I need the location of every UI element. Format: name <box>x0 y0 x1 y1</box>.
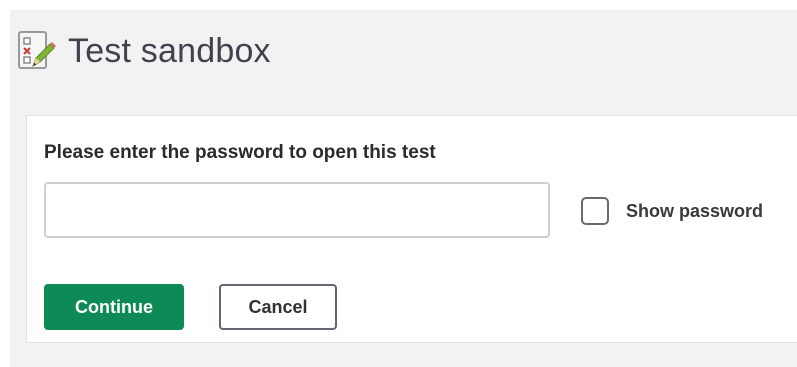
password-form-card: Please enter the password to open this t… <box>26 115 797 343</box>
page-header: Test sandbox <box>16 28 271 74</box>
cancel-button[interactable]: Cancel <box>219 284 337 330</box>
password-prompt: Please enter the password to open this t… <box>44 142 436 163</box>
page-title: Test sandbox <box>68 31 271 70</box>
test-checklist-pencil-icon <box>18 31 56 69</box>
show-password-toggle[interactable]: Show password <box>581 197 763 225</box>
show-password-checkbox[interactable] <box>581 197 609 225</box>
show-password-label: Show password <box>626 200 764 221</box>
page: Test sandbox Please enter the password t… <box>10 10 797 367</box>
password-input[interactable] <box>44 182 550 238</box>
continue-button[interactable]: Continue <box>44 284 184 330</box>
